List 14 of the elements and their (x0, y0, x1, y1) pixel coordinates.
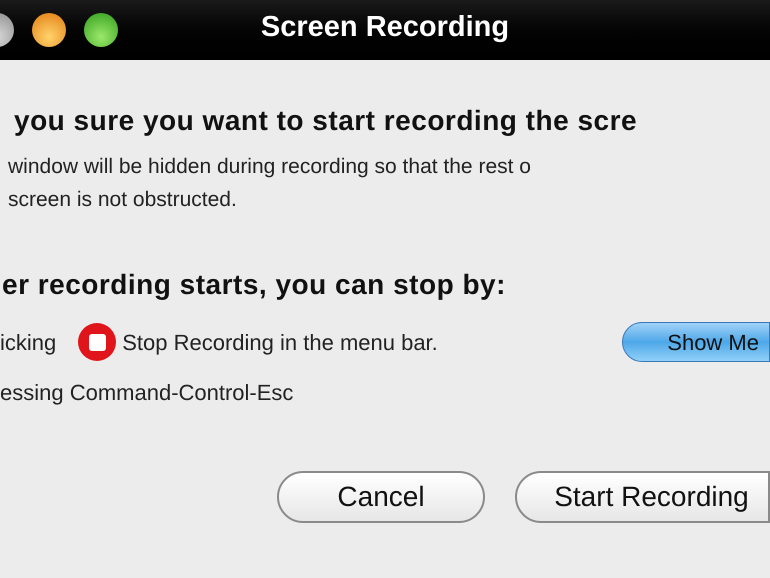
show-me-button[interactable]: Show Me (622, 322, 770, 362)
instruction-text: Stop Recording in the menu bar. (122, 328, 438, 357)
message-text: screen is not obstructed. (8, 187, 238, 213)
instruction-text: icking (0, 328, 56, 357)
minimize-button[interactable] (32, 13, 66, 47)
instruction-text: essing Command-Control-Esc (0, 379, 294, 407)
cancel-button[interactable]: Cancel (277, 471, 485, 523)
zoom-button[interactable] (84, 13, 118, 47)
message-text: window will be hidden during recording so that the rest o (8, 154, 532, 180)
window-title: Screen Recording (260, 10, 510, 46)
section-heading: er recording starts, you can stop by: (2, 268, 507, 302)
dialog-heading: you sure you want to start recording the scre (14, 104, 638, 138)
stop-icon (78, 323, 116, 361)
start-recording-button[interactable]: Start Recording (515, 471, 770, 523)
